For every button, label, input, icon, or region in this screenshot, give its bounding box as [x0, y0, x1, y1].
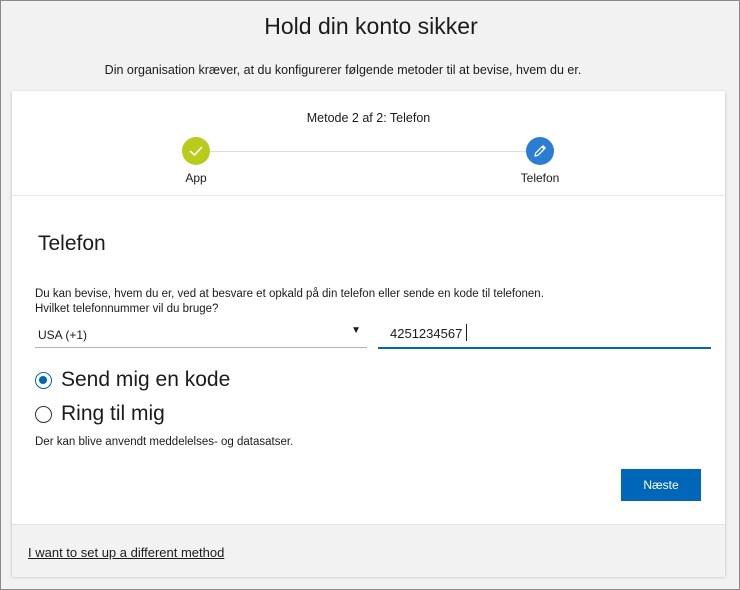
call-me-label[interactable]: Ring til mig	[61, 402, 165, 426]
next-button[interactable]: Næste	[621, 469, 701, 501]
pencil-icon	[534, 145, 546, 157]
radio-selected-dot	[39, 375, 47, 384]
option-call-me[interactable]: Ring til mig	[35, 401, 165, 427]
step-phone-current	[526, 137, 554, 165]
step-app-label: App	[185, 171, 207, 185]
country-code-select[interactable]: USA (+1) ▼	[35, 317, 367, 348]
progress-line	[209, 151, 527, 152]
setup-card: Metode 2 af 2: Telefon App Telefon Telef…	[12, 91, 725, 577]
text-caret	[466, 324, 467, 341]
progress-indicator: Metode 2 af 2: Telefon App Telefon	[12, 91, 725, 196]
rates-note: Der kan blive anvendt meddelelses- og da…	[35, 436, 294, 448]
step-label: Metode 2 af 2: Telefon	[306, 111, 431, 125]
step-phone-label: Telefon	[520, 171, 560, 185]
page-title: Hold din konto sikker	[264, 13, 478, 39]
section-heading: Telefon	[38, 232, 106, 255]
phone-number-input[interactable]	[390, 326, 690, 341]
phone-number-field[interactable]	[378, 317, 711, 349]
dropdown-arrow-icon: ▼	[351, 325, 361, 336]
send-code-label[interactable]: Send mig en kode	[61, 368, 230, 392]
radio-send-code[interactable]	[35, 371, 52, 389]
different-method-link[interactable]: I want to set up a different method	[28, 545, 224, 560]
phone-question: Hvilket telefonnummer vil du bruge?	[35, 303, 219, 315]
country-code-value: USA (+1)	[38, 328, 88, 342]
option-send-code[interactable]: Send mig en kode	[35, 367, 230, 393]
card-footer: I want to set up a different method	[12, 524, 725, 577]
step-app-complete	[182, 137, 210, 165]
description-text: Du kan bevise, hvem du er, ved at besvar…	[35, 288, 544, 300]
radio-call-me[interactable]	[35, 405, 52, 423]
page-subtitle: Din organisation kræver, at du konfigure…	[104, 63, 582, 77]
method-description: Du kan bevise, hvem du er, ved at besvar…	[35, 287, 695, 317]
checkmark-icon	[189, 146, 203, 156]
